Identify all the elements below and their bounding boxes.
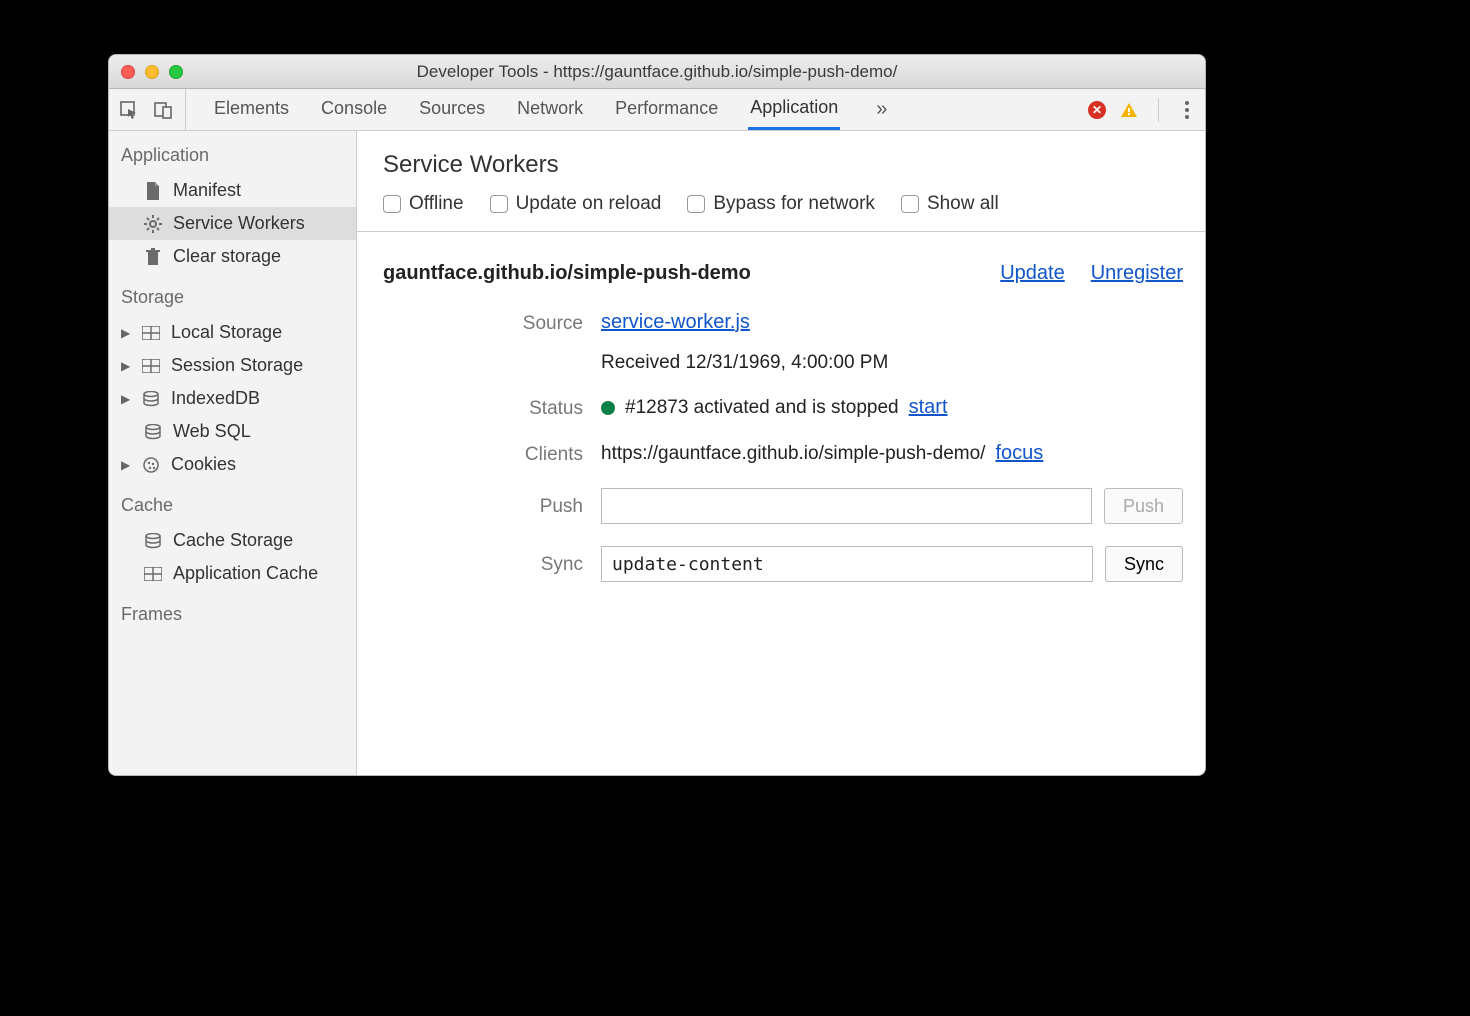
traffic-lights xyxy=(121,65,183,79)
clients-label: Clients xyxy=(383,442,583,466)
expand-icon[interactable]: ▶ xyxy=(121,392,131,406)
expand-icon[interactable]: ▶ xyxy=(121,359,131,373)
tabs-overflow-button[interactable]: » xyxy=(868,98,895,121)
window-title: Developer Tools - https://gauntface.gith… xyxy=(109,62,1205,82)
sidebar-item-clear-storage[interactable]: Clear storage xyxy=(109,240,356,273)
tab-elements[interactable]: Elements xyxy=(212,91,291,128)
sw-origin: gauntface.github.io/simple-push-demo xyxy=(383,262,974,285)
warning-badge-icon[interactable] xyxy=(1120,101,1138,119)
sidebar-item-session-storage[interactable]: ▶ Session Storage xyxy=(109,349,356,382)
bypass-network-checkbox[interactable]: Bypass for network xyxy=(687,193,875,215)
zoom-window-button[interactable] xyxy=(169,65,183,79)
sidebar-item-label: IndexedDB xyxy=(171,388,260,409)
checkbox-label: Update on reload xyxy=(516,193,662,215)
sidebar-item-indexeddb[interactable]: ▶ IndexedDB xyxy=(109,382,356,415)
sidebar-item-service-workers[interactable]: Service Workers xyxy=(109,207,356,240)
settings-menu-button[interactable] xyxy=(1179,101,1195,119)
checkbox-label: Bypass for network xyxy=(713,193,875,215)
database-icon xyxy=(141,391,161,407)
trash-icon xyxy=(143,248,163,266)
sw-origin-row: gauntface.github.io/simple-push-demo Upd… xyxy=(357,232,1205,307)
sidebar-item-manifest[interactable]: Manifest xyxy=(109,174,356,207)
push-label: Push xyxy=(383,488,583,518)
inspect-icon[interactable] xyxy=(119,100,139,120)
push-button[interactable]: Push xyxy=(1104,488,1183,524)
sw-details-grid: Source service-worker.js Received 12/31/… xyxy=(357,307,1205,602)
database-icon xyxy=(143,533,163,549)
sidebar-group-storage: Storage xyxy=(109,273,356,316)
sync-label: Sync xyxy=(383,546,583,576)
file-icon xyxy=(143,182,163,200)
checkbox-icon xyxy=(383,195,401,213)
panel-tabs: Elements Console Sources Network Perform… xyxy=(212,90,1080,130)
checkbox-label: Offline xyxy=(409,193,464,215)
minimize-window-button[interactable] xyxy=(145,65,159,79)
sidebar-item-cookies[interactable]: ▶ Cookies xyxy=(109,448,356,481)
received-text: Received 12/31/1969, 4:00:00 PM xyxy=(601,344,1183,374)
update-link[interactable]: Update xyxy=(1000,262,1065,285)
sidebar-item-label: Application Cache xyxy=(173,563,318,584)
panel-body: Application Manifest Service Workers Cle… xyxy=(109,131,1205,775)
start-link[interactable]: start xyxy=(909,396,948,419)
close-window-button[interactable] xyxy=(121,65,135,79)
status-text: #12873 activated and is stopped xyxy=(625,397,899,419)
tab-performance[interactable]: Performance xyxy=(613,91,720,128)
error-badge-icon[interactable]: ✕ xyxy=(1088,101,1106,119)
devtools-toolbar: Elements Console Sources Network Perform… xyxy=(109,89,1205,131)
sidebar-group-frames: Frames xyxy=(109,590,356,633)
checkbox-label: Show all xyxy=(927,193,999,215)
sidebar-group-application: Application xyxy=(109,131,356,174)
focus-link[interactable]: focus xyxy=(995,442,1043,465)
cookie-icon xyxy=(141,457,161,473)
toolbar-status: ✕ xyxy=(1088,98,1195,122)
panel-heading: Service Workers xyxy=(357,131,1205,193)
sidebar-item-label: Manifest xyxy=(173,180,241,201)
application-sidebar: Application Manifest Service Workers Cle… xyxy=(109,131,357,775)
tab-network[interactable]: Network xyxy=(515,91,585,128)
toolbar-divider xyxy=(1158,98,1159,122)
titlebar: Developer Tools - https://gauntface.gith… xyxy=(109,55,1205,89)
sidebar-item-websql[interactable]: Web SQL xyxy=(109,415,356,448)
unregister-link[interactable]: Unregister xyxy=(1091,262,1183,285)
show-all-checkbox[interactable]: Show all xyxy=(901,193,999,215)
sidebar-item-label: Clear storage xyxy=(173,246,281,267)
device-toggle-icon[interactable] xyxy=(153,100,173,120)
source-label: Source xyxy=(383,311,583,335)
offline-checkbox[interactable]: Offline xyxy=(383,193,464,215)
database-icon xyxy=(143,424,163,440)
status-dot-icon xyxy=(601,401,615,415)
sidebar-item-local-storage[interactable]: ▶ Local Storage xyxy=(109,316,356,349)
sidebar-item-label: Cache Storage xyxy=(173,530,293,551)
table-icon xyxy=(141,326,161,340)
checkbox-icon xyxy=(901,195,919,213)
table-icon xyxy=(143,567,163,581)
update-on-reload-checkbox[interactable]: Update on reload xyxy=(490,193,662,215)
sync-input[interactable] xyxy=(601,546,1093,582)
sidebar-item-label: Web SQL xyxy=(173,421,251,442)
source-link[interactable]: service-worker.js xyxy=(601,311,750,334)
devtools-window: Developer Tools - https://gauntface.gith… xyxy=(108,54,1206,776)
tab-console[interactable]: Console xyxy=(319,91,389,128)
tab-application[interactable]: Application xyxy=(748,90,840,130)
client-url: https://gauntface.github.io/simple-push-… xyxy=(601,443,985,465)
tab-sources[interactable]: Sources xyxy=(417,91,487,128)
table-icon xyxy=(141,359,161,373)
checkbox-icon xyxy=(490,195,508,213)
sidebar-group-cache: Cache xyxy=(109,481,356,524)
expand-icon[interactable]: ▶ xyxy=(121,458,131,472)
expand-icon[interactable]: ▶ xyxy=(121,326,131,340)
sidebar-item-application-cache[interactable]: Application Cache xyxy=(109,557,356,590)
checkbox-icon xyxy=(687,195,705,213)
sidebar-item-label: Local Storage xyxy=(171,322,282,343)
sidebar-item-label: Session Storage xyxy=(171,355,303,376)
push-input[interactable] xyxy=(601,488,1092,524)
sidebar-item-label: Cookies xyxy=(171,454,236,475)
sidebar-item-label: Service Workers xyxy=(173,213,305,234)
sync-button[interactable]: Sync xyxy=(1105,546,1183,582)
sw-options-row: Offline Update on reload Bypass for netw… xyxy=(357,193,1205,232)
status-label: Status xyxy=(383,396,583,420)
sidebar-item-cache-storage[interactable]: Cache Storage xyxy=(109,524,356,557)
service-workers-panel: Service Workers Offline Update on reload… xyxy=(357,131,1205,775)
gear-icon xyxy=(143,215,163,233)
